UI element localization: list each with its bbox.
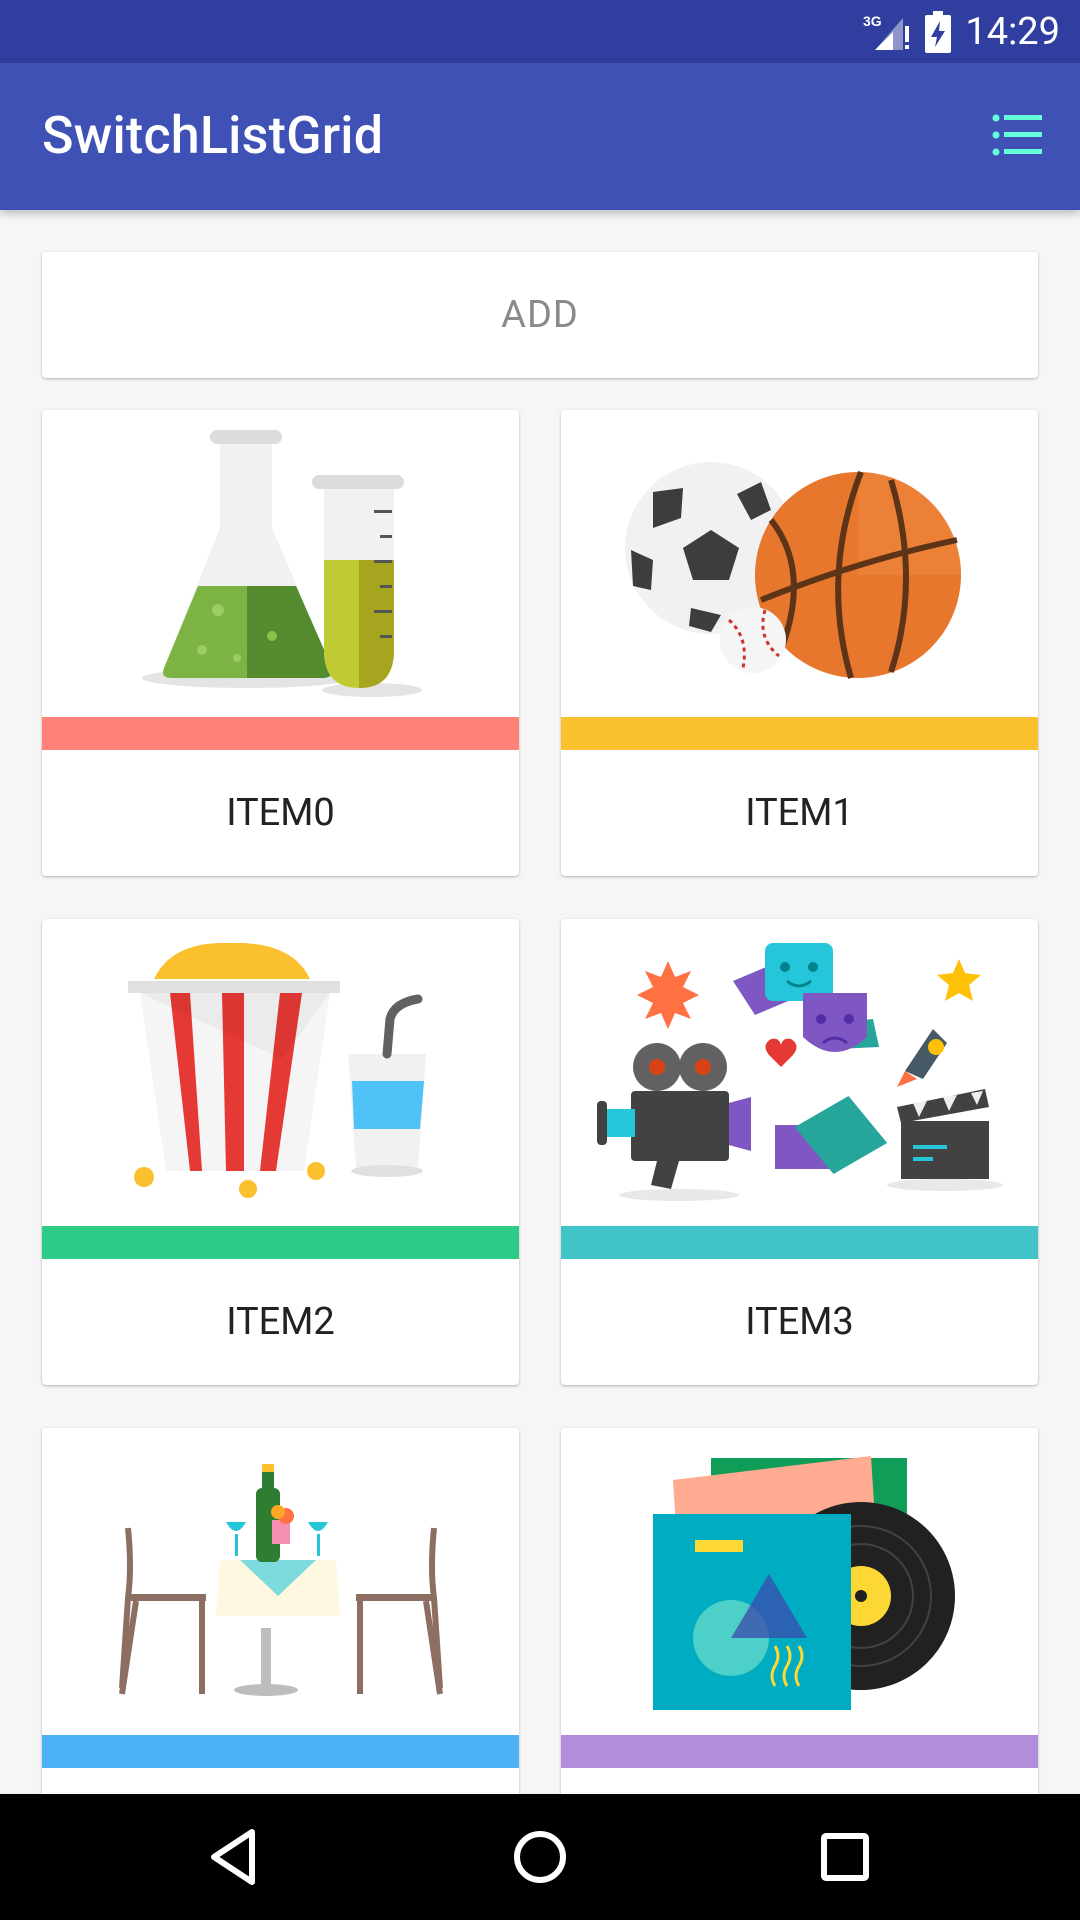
card-color-stripe (42, 1226, 519, 1259)
home-icon[interactable] (505, 1822, 575, 1892)
card-color-stripe (561, 1226, 1038, 1259)
list-view-icon[interactable] (992, 113, 1042, 158)
card-label: ITEM2 (226, 1300, 335, 1344)
popcorn-drink-illustration (128, 942, 426, 1198)
grid-card-item3[interactable]: ITEM3 (561, 919, 1038, 1385)
card-label (42, 1768, 519, 1794)
card-color-stripe (42, 717, 519, 750)
recents-icon[interactable] (810, 1822, 880, 1892)
grid-card-item5[interactable] (561, 1428, 1038, 1794)
card-image (42, 1428, 519, 1735)
card-label: ITEM1 (745, 791, 854, 835)
card-image (561, 1428, 1038, 1735)
grid-card-item1[interactable]: ITEM1 (561, 410, 1038, 876)
card-image (42, 919, 519, 1226)
card-image (561, 919, 1038, 1226)
card-color-stripe (42, 1735, 519, 1768)
grid-card-item4[interactable] (42, 1428, 519, 1794)
back-icon[interactable] (200, 1822, 270, 1892)
science-lab-illustration (142, 430, 422, 697)
grid-card-item2[interactable]: ITEM2 (42, 919, 519, 1385)
card-color-stripe (561, 1735, 1038, 1768)
status-icons: 3G 14:29 (861, 0, 1060, 63)
add-button[interactable]: ADD (42, 252, 1038, 378)
signal-icon: 3G (863, 13, 910, 50)
card-label: ITEM0 (226, 791, 335, 835)
card-image (42, 410, 519, 717)
status-time: 14:29 (965, 9, 1060, 54)
navigation-bar (0, 1794, 1080, 1920)
card-label (561, 1768, 1038, 1794)
battery-charging-icon (925, 10, 952, 53)
card-image (561, 410, 1038, 717)
entertainment-illustration (597, 943, 1003, 1201)
grid-card-item0[interactable]: ITEM0 (42, 410, 519, 876)
status-bar: 3G 14:29 (0, 0, 1080, 63)
sports-balls-illustration (625, 462, 961, 679)
app-bar: SwitchListGrid (0, 63, 1080, 210)
card-color-stripe (561, 717, 1038, 750)
card-label: ITEM3 (745, 1300, 854, 1344)
content-area[interactable]: ADD ITEM0 ITEM1 ITEM2 ITEM3 (0, 210, 1080, 1794)
app-title: SwitchListGrid (42, 105, 384, 166)
music-album-illustration (653, 1456, 955, 1710)
network-type-label: 3G (863, 13, 882, 29)
dining-table-illustration (119, 1464, 443, 1696)
